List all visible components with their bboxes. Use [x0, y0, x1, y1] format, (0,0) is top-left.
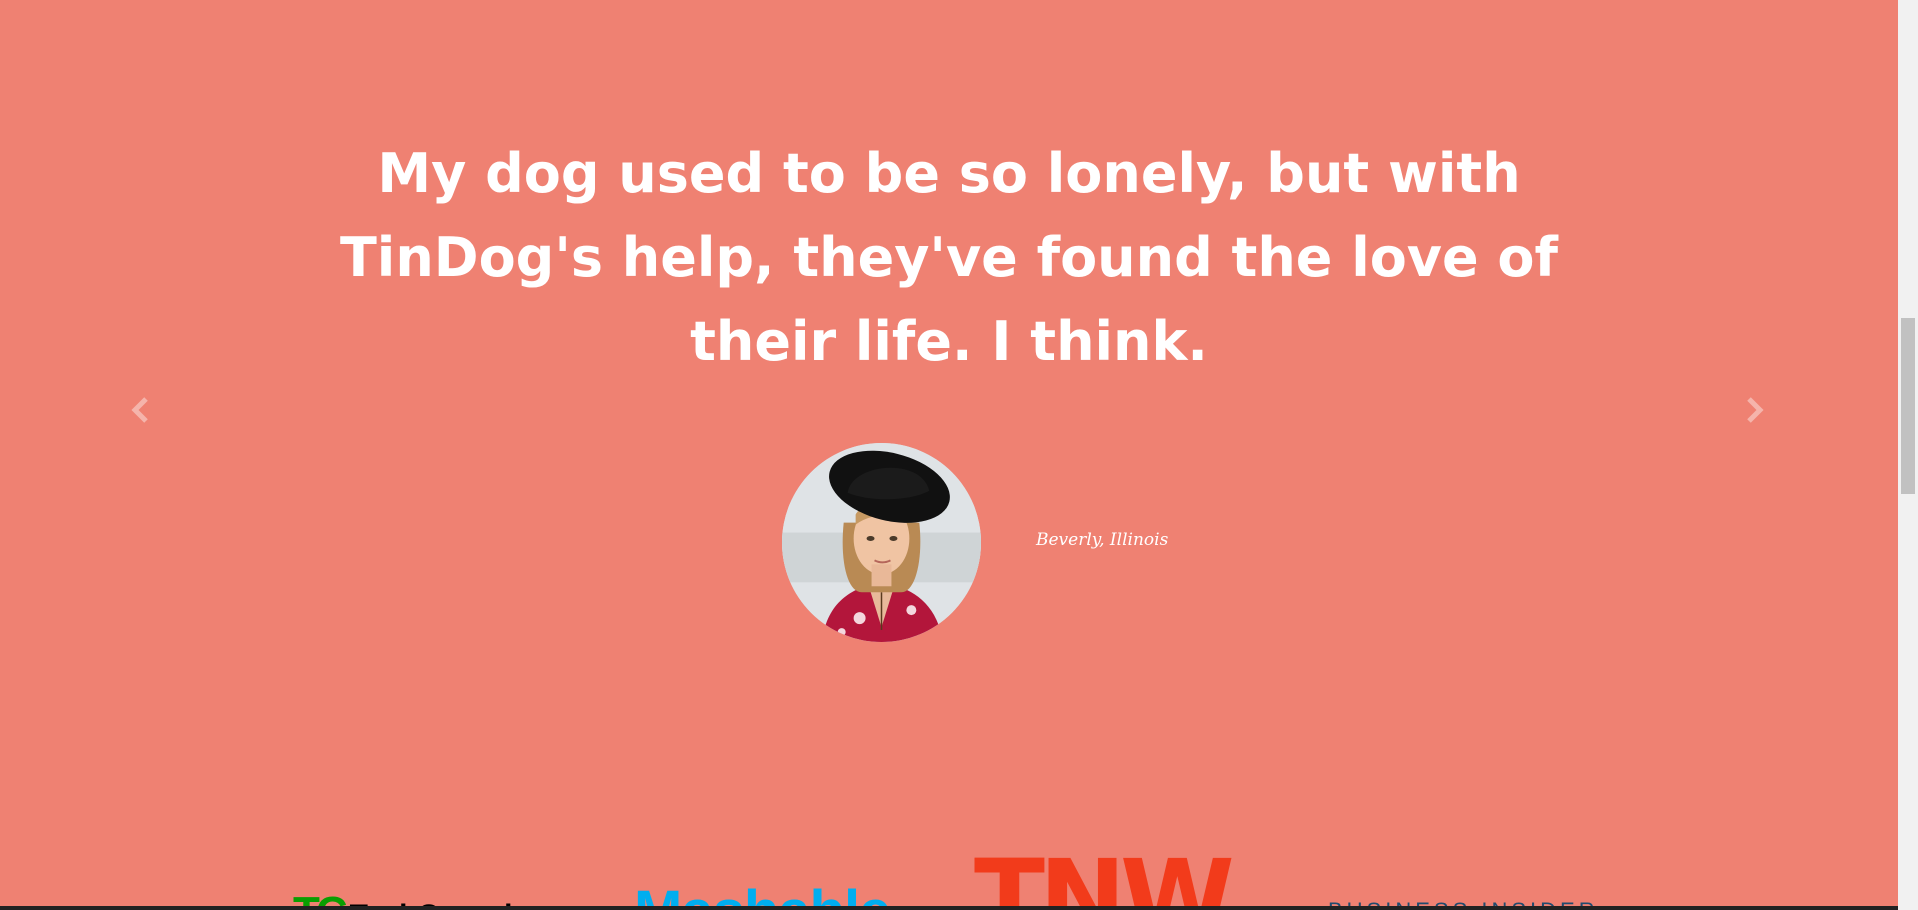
scrollbar-thumb[interactable] — [1901, 318, 1915, 494]
chevron-right-icon — [1747, 397, 1764, 423]
testimonial-avatar — [782, 443, 981, 642]
press-logos: TCTechCrunch Mashable TNW BUSINESS INSID… — [0, 840, 1898, 910]
window-bottom-edge — [0, 906, 1898, 910]
woman-portrait-image — [782, 443, 981, 642]
testimonial-carousel: My dog used to be so lonely, but with Ti… — [0, 0, 1898, 690]
chevron-left-icon — [131, 397, 148, 423]
testimonial-quote: My dog used to be so lonely, but with Ti… — [339, 142, 1559, 373]
testimonial-author: Beverly, Illinois — [1036, 530, 1169, 550]
vertical-scrollbar[interactable] — [1898, 0, 1918, 910]
page: My dog used to be so lonely, but with Ti… — [0, 0, 1898, 910]
carousel-prev-button[interactable] — [121, 390, 161, 430]
tnw-logo: TNW — [974, 840, 1235, 910]
carousel-next-button[interactable] — [1734, 390, 1774, 430]
